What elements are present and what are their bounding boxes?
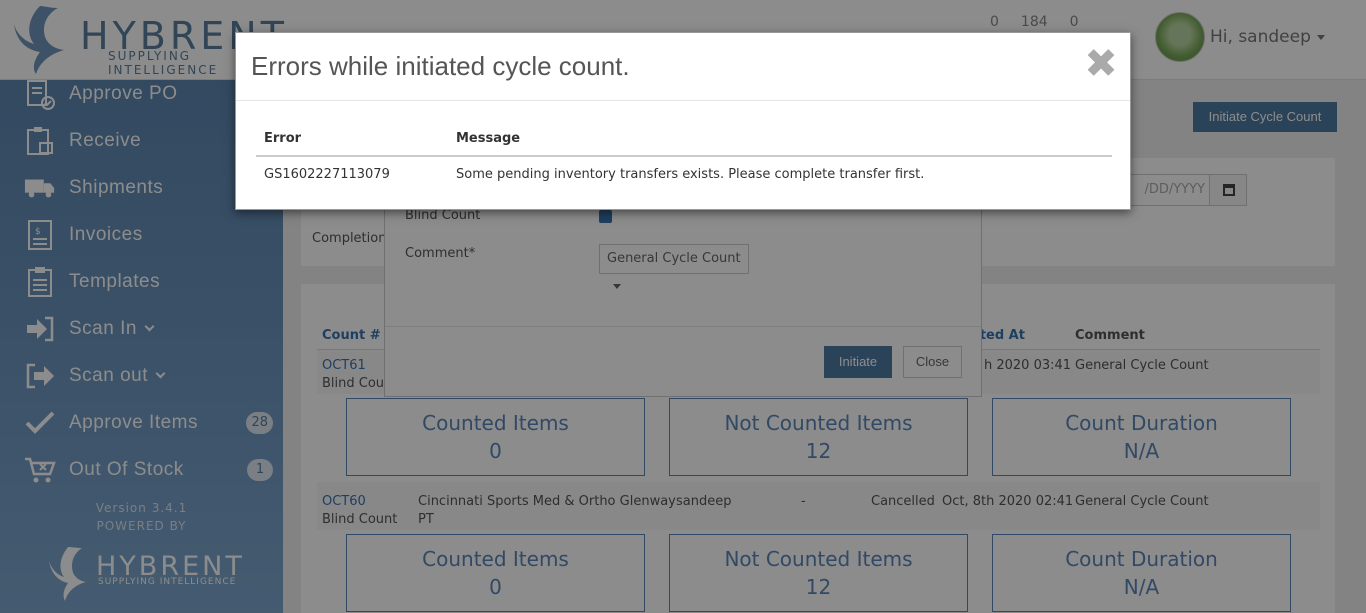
table-header-divider [256, 155, 1112, 157]
error-code: GS1602227113079 [264, 167, 390, 182]
error-message: Some pending inventory transfers exists.… [456, 167, 925, 182]
close-icon[interactable]: ✖ [1084, 44, 1118, 84]
col-message: Message [456, 131, 521, 146]
modal-header-divider [236, 100, 1130, 101]
error-modal: Errors while initiated cycle count. ✖ Er… [235, 32, 1131, 210]
modal-title: Errors while initiated cycle count. [251, 51, 630, 81]
col-error: Error [264, 131, 302, 146]
